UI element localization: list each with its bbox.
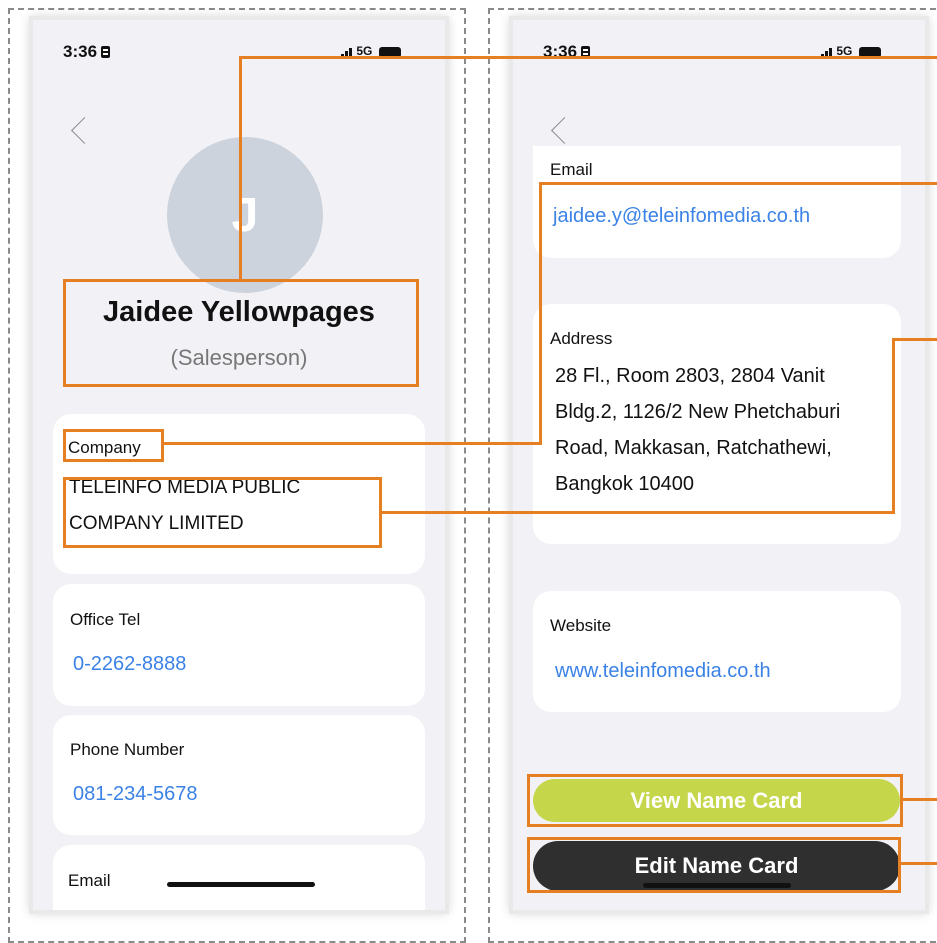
sim-card-icon <box>101 46 111 58</box>
status-time: 3:36 <box>543 42 591 62</box>
callout-line <box>539 182 542 445</box>
status-bar: 3:36 5G <box>513 20 925 80</box>
website-label: Website <box>550 616 612 635</box>
phone-number-label: Phone Number <box>70 740 185 759</box>
email-label: Email <box>550 160 593 179</box>
email-link[interactable]: jaidee.y@teleinfomedia.co.th <box>553 205 810 228</box>
address-value: 28 Fl., Room 2803, 2804 Vanit Bldg.2, 11… <box>555 365 841 495</box>
phone-number-link[interactable]: 081-234-5678 <box>73 783 198 806</box>
callout-line <box>239 56 242 280</box>
callout-line <box>239 56 937 59</box>
callout-line <box>164 442 541 445</box>
company-value-highlight-box <box>63 477 382 548</box>
back-chevron-icon[interactable] <box>71 117 98 144</box>
edit-button-highlight-box <box>527 837 901 893</box>
email-card: Email <box>53 845 425 910</box>
avatar: J <box>167 137 323 293</box>
home-indicator <box>167 882 315 887</box>
view-button-highlight-box <box>527 774 903 827</box>
callout-line <box>539 182 937 185</box>
email-label: Email <box>68 871 111 890</box>
name-highlight-box <box>63 279 419 387</box>
email-card: Email jaidee.y@teleinfomedia.co.th <box>533 146 901 258</box>
website-card: Website www.teleinfomedia.co.th <box>533 591 901 712</box>
callout-line <box>901 862 937 865</box>
office-tel-card: Office Tel 0-2262-8888 <box>53 584 425 706</box>
company-label-highlight-box <box>63 429 164 462</box>
callout-line <box>382 511 894 514</box>
status-time: 3:36 <box>63 42 111 62</box>
office-tel-label: Office Tel <box>70 610 141 629</box>
phone-number-card: Phone Number 081-234-5678 <box>53 715 425 835</box>
callout-line <box>903 798 937 801</box>
address-label: Address <box>550 329 613 348</box>
back-chevron-icon[interactable] <box>551 117 578 144</box>
callout-line <box>892 338 937 341</box>
website-link[interactable]: www.teleinfomedia.co.th <box>555 660 771 683</box>
address-card: Address 28 Fl., Room 2803, 2804 Vanit Bl… <box>533 304 901 544</box>
office-tel-link[interactable]: 0-2262-8888 <box>73 653 186 676</box>
callout-line <box>892 338 895 514</box>
